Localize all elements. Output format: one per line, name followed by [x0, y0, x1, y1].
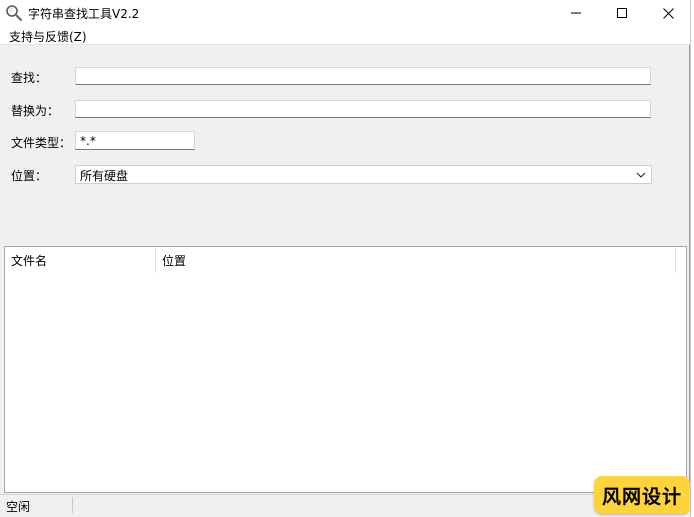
replace-input[interactable] [75, 100, 651, 118]
magnifier-icon [6, 5, 23, 22]
column-header-filename[interactable]: 文件名 [5, 247, 155, 275]
find-input[interactable] [75, 67, 651, 85]
menu-bar: 支持与反馈(Z) [0, 26, 690, 45]
location-selected-value: 所有硬盘 [80, 169, 129, 183]
window-edge [690, 0, 694, 517]
close-icon [662, 7, 674, 19]
results-header: 文件名 位置 [5, 247, 686, 275]
location-label: 位置： [11, 169, 48, 183]
title-bar[interactable]: 字符串查找工具V2.2 [0, 0, 690, 26]
minimize-button[interactable] [553, 0, 599, 26]
watermark-badge: 风网设计 [594, 476, 690, 514]
window-title: 字符串查找工具V2.2 [28, 7, 140, 21]
maximize-button[interactable] [599, 0, 645, 26]
menu-support-feedback[interactable]: 支持与反馈(Z) [9, 28, 87, 45]
find-label: 查找： [11, 71, 48, 85]
chevron-down-icon [636, 172, 646, 178]
app-window: 字符串查找工具V2.2 支持与反馈(Z) 查找： 替换为： 文件类型： 位置： … [0, 0, 690, 515]
results-list[interactable]: 文件名 位置 [4, 246, 687, 493]
maximize-icon [617, 8, 627, 18]
close-button[interactable] [645, 0, 691, 26]
status-divider [72, 497, 73, 513]
filetype-input[interactable] [75, 131, 195, 150]
replace-label: 替换为： [11, 104, 60, 118]
column-header-location[interactable]: 位置 [156, 247, 676, 275]
status-text: 空闲 [6, 500, 31, 514]
minimize-icon [571, 12, 581, 14]
column-divider[interactable] [675, 249, 676, 273]
filetype-label: 文件类型： [11, 136, 72, 150]
watermark-text: 风网设计 [601, 486, 682, 508]
location-select[interactable]: 所有硬盘 [75, 165, 652, 184]
status-bar: 空闲 [0, 494, 690, 515]
